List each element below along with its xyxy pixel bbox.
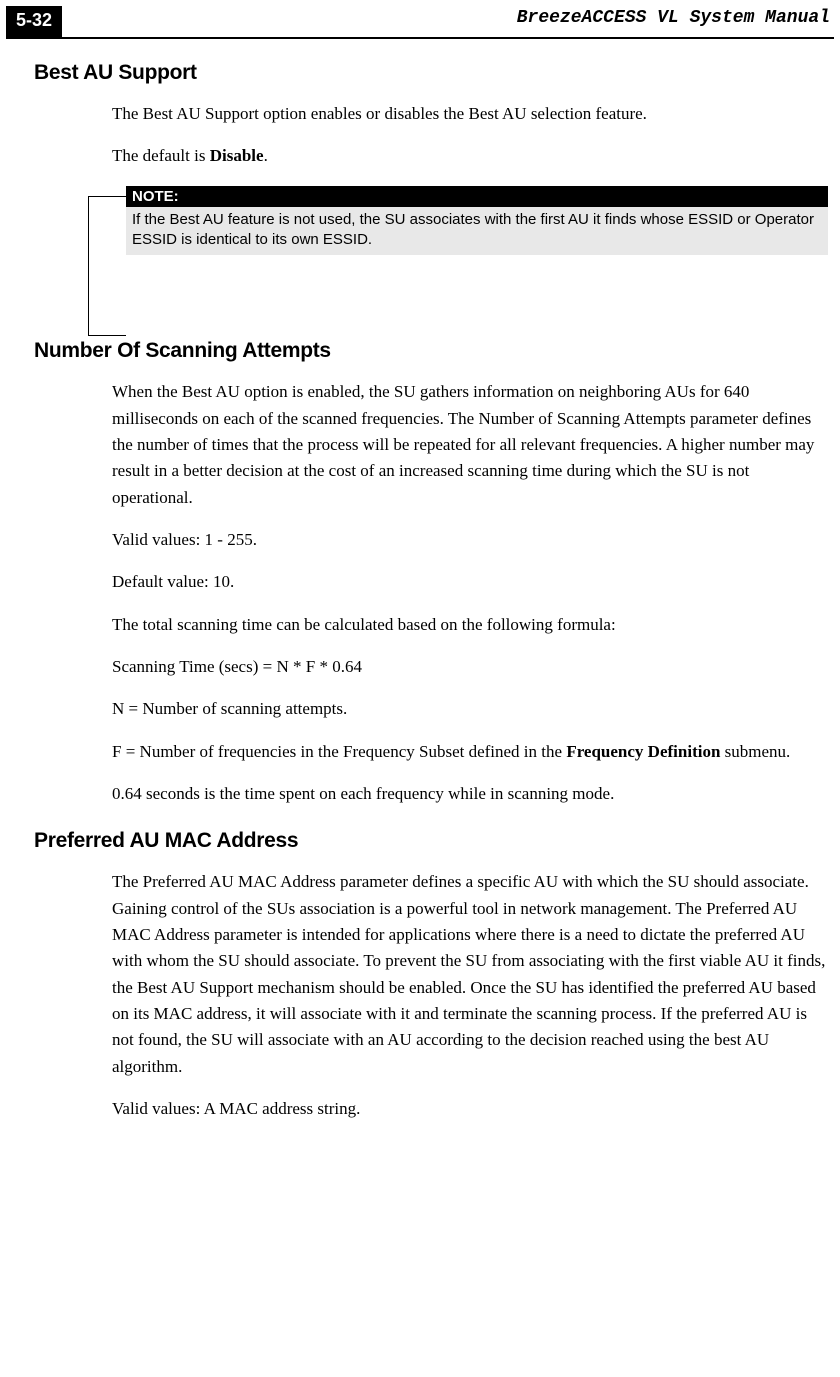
page-header: 5-32 BreezeACCESS VL System Manual xyxy=(6,0,834,39)
bold-text: Disable xyxy=(210,146,264,165)
body-text: F = Number of frequencies in the Frequen… xyxy=(112,739,828,765)
body-text: Default value: 10. xyxy=(112,569,828,595)
body-text: When the Best AU option is enabled, the … xyxy=(112,379,828,511)
heading-preferred-au-mac: Preferred AU MAC Address xyxy=(34,829,836,853)
body-text: The default is Disable. xyxy=(112,143,828,169)
bold-text: Frequency Definition xyxy=(566,742,720,761)
body-text: The Preferred AU MAC Address parameter d… xyxy=(112,869,828,1080)
text-span: The default is xyxy=(112,146,210,165)
text-span: F = Number of frequencies in the Frequen… xyxy=(112,742,566,761)
manual-title: BreezeACCESS VL System Manual xyxy=(68,6,834,28)
body-text: Valid values: A MAC address string. xyxy=(112,1096,828,1122)
page-content: Best AU Support The Best AU Support opti… xyxy=(0,61,840,1122)
text-span: . xyxy=(264,146,268,165)
note-bracket-icon xyxy=(88,196,126,336)
body-text: N = Number of scanning attempts. xyxy=(112,696,828,722)
note-block: NOTE: If the Best AU feature is not used… xyxy=(88,186,828,256)
page-number-badge: 5-32 xyxy=(6,6,62,37)
note-box: NOTE: If the Best AU feature is not used… xyxy=(126,186,828,256)
heading-scanning-attempts: Number Of Scanning Attempts xyxy=(34,339,836,363)
text-span: submenu. xyxy=(720,742,790,761)
body-text: 0.64 seconds is the time spent on each f… xyxy=(112,781,828,807)
body-text: Scanning Time (secs) = N * F * 0.64 xyxy=(112,654,828,680)
body-text: Valid values: 1 - 255. xyxy=(112,527,828,553)
heading-best-au-support: Best AU Support xyxy=(34,61,836,85)
body-text: The Best AU Support option enables or di… xyxy=(112,101,828,127)
note-label: NOTE: xyxy=(126,186,181,207)
note-body-text: If the Best AU feature is not used, the … xyxy=(126,207,828,256)
body-text: The total scanning time can be calculate… xyxy=(112,612,828,638)
note-label-row: NOTE: xyxy=(126,186,828,207)
